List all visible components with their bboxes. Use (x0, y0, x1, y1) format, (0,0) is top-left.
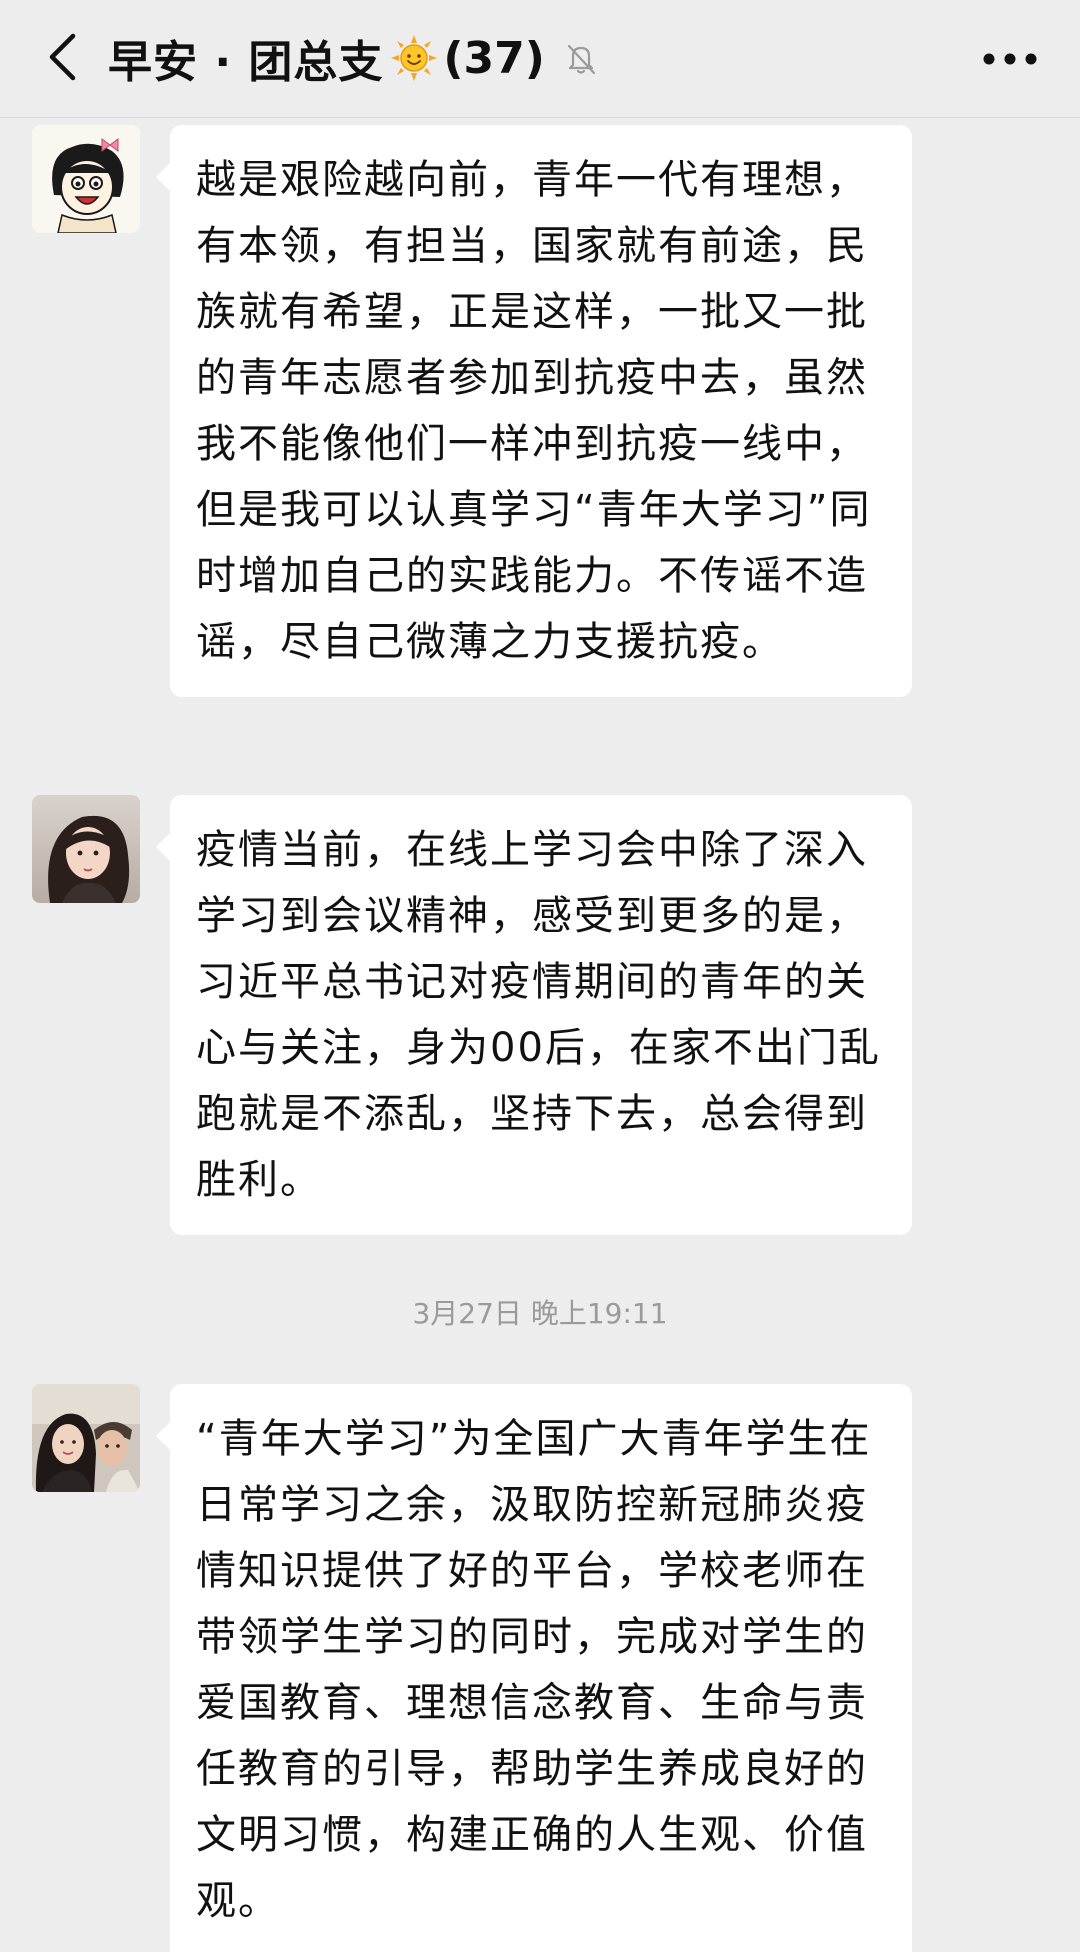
message-timestamp: 3月27日 晚上19:11 (412, 1297, 668, 1330)
back-button[interactable] (30, 22, 94, 92)
message-text-1: 越是艰险越向前，青年一代有理想，有本领，有担当，国家就有前途，民族就有希望，正是… (196, 157, 872, 665)
cartoon-girl-avatar-image (32, 125, 140, 233)
message-bubble-3[interactable]: “青年大学习”为全国广大青年学生在日常学习之余，汲取防控新冠肺炎疫情知识提供了好… (156, 1384, 912, 1952)
two-people-photo-avatar-image (32, 1384, 140, 1492)
member-count: (37) (443, 32, 545, 84)
girl-photo-avatar-image (32, 795, 140, 903)
message-text-3: “青年大学习”为全国广大青年学生在日常学习之余，汲取防控新冠肺炎疫情知识提供了好… (196, 1416, 872, 1924)
chat-title-area[interactable]: 早安 · 团总支 (37) (108, 18, 601, 98)
chat-header: 早安 · 团总支 (37) (0, 0, 1080, 118)
message-bubble-1[interactable]: 越是艰险越向前，青年一代有理想，有本领，有担当，国家就有前途，民族就有希望，正是… (156, 125, 912, 697)
sun-emoji-icon (391, 35, 438, 81)
bell-muted-icon (567, 44, 595, 75)
more-icon (983, 53, 1037, 65)
two-people-photo-avatar[interactable] (32, 1384, 140, 1492)
chevron-left-icon (49, 33, 76, 81)
more-button[interactable] (970, 24, 1050, 94)
message-text-2: 疫情当前，在线上学习会中除了深入学习到会议精神，感受到更多的是，习近平总书记对疫… (196, 827, 881, 1203)
chat-title: 早安 · 团总支 (108, 37, 384, 88)
girl-photo-avatar[interactable] (32, 795, 140, 903)
cartoon-girl-avatar[interactable] (32, 125, 140, 233)
message-bubble-2[interactable]: 疫情当前，在线上学习会中除了深入学习到会议精神，感受到更多的是，习近平总书记对疫… (156, 795, 912, 1235)
